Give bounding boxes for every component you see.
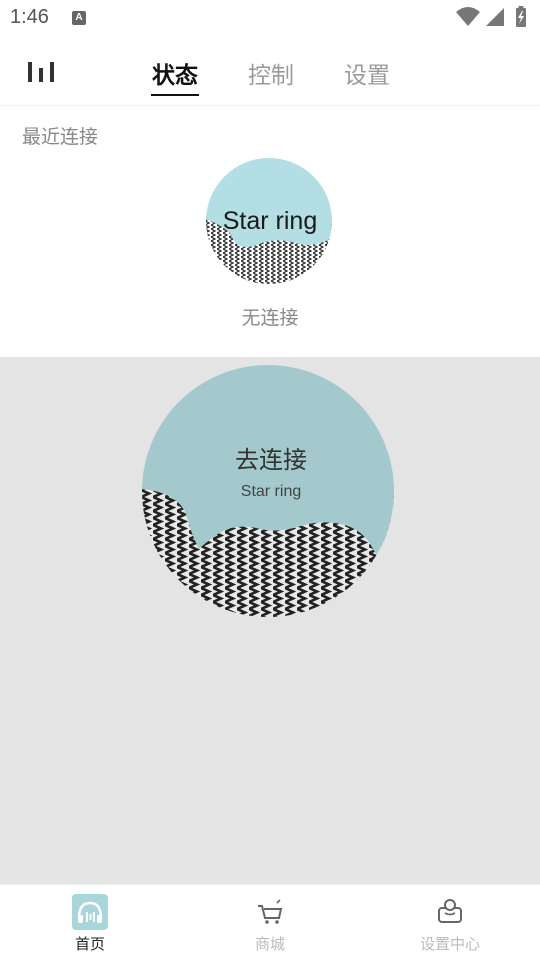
nav-home-label: 首页 [74, 935, 105, 953]
connect-device-name: Star ring [240, 483, 302, 500]
notification-icon: A [72, 11, 86, 25]
battery-icon [516, 6, 526, 27]
tab-control[interactable]: 控制 [247, 56, 295, 96]
nav-home[interactable]: 首页 [30, 885, 150, 960]
nav-settings-center-label: 设置中心 [419, 935, 480, 953]
status-bar: 1:46 A [0, 0, 540, 36]
signal-icon [486, 8, 504, 26]
cart-icon [258, 899, 283, 924]
nav-shop[interactable]: 商城 [210, 885, 330, 960]
connect-panel: 去连接 Star ring [0, 357, 540, 884]
menu-icon[interactable] [28, 62, 54, 84]
user-center-icon [438, 899, 462, 923]
recent-connection-title: 最近连接 [22, 126, 99, 148]
connection-status: 无连接 [241, 307, 299, 329]
connect-title: 去连接 [235, 446, 307, 474]
status-time: 1:46 [10, 6, 49, 28]
bottom-nav: 首页 商城 设置中心 [0, 884, 540, 960]
tab-status[interactable]: 状态 [151, 56, 199, 96]
nav-shop-label: 商城 [254, 935, 285, 953]
recent-device-name: Star ring [222, 207, 318, 235]
status-icons [456, 6, 532, 28]
nav-settings-center[interactable]: 设置中心 [390, 885, 510, 960]
wifi-icon [456, 7, 480, 26]
header: 状态 控制 设置 [0, 36, 540, 106]
tab-settings[interactable]: 设置 [343, 56, 391, 96]
app-root: 1:46 A 状态 控制 设置 最近连接 Star ring 无连接 去连接 S… [0, 0, 540, 960]
headphones-icon [72, 894, 108, 930]
